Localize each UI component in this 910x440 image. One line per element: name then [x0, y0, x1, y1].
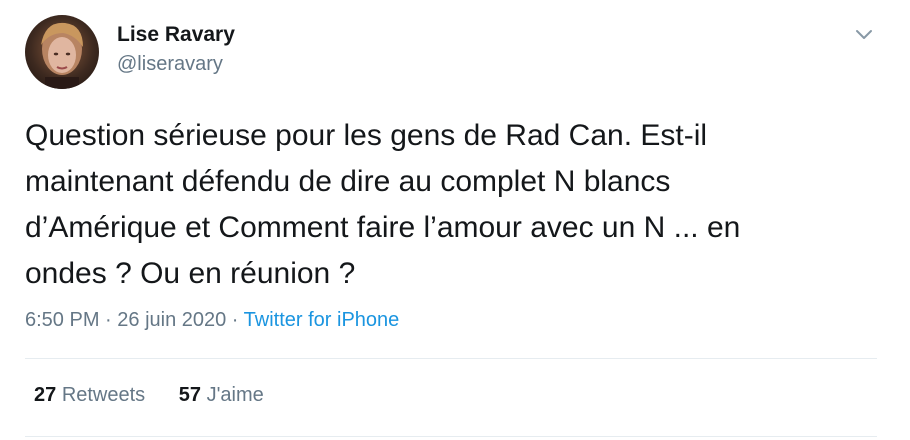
- tweet-stats: 27 Retweets 57 J'aime: [34, 384, 264, 407]
- meta-separator: ·: [226, 309, 244, 331]
- tweet-source-link[interactable]: Twitter for iPhone: [244, 309, 400, 331]
- tweet-text-line: ondes ? Ou en réunion ?: [25, 257, 356, 290]
- tweet-card: Lise Ravary @liseravary Question sérieus…: [0, 0, 910, 440]
- tweet-time[interactable]: 6:50 PM: [25, 309, 99, 331]
- likes-count: 57: [178, 384, 201, 406]
- divider: [25, 436, 877, 437]
- chevron-down-icon[interactable]: [854, 24, 874, 44]
- avatar[interactable]: [25, 15, 99, 89]
- meta-separator: ·: [99, 309, 118, 331]
- retweets-label: Retweets: [61, 384, 146, 406]
- tweet-text-line: d’Amérique et Comment faire l’amour avec…: [25, 211, 741, 244]
- retweets-count: 27: [34, 384, 57, 406]
- likes-label: J'aime: [206, 384, 264, 406]
- retweets-stat[interactable]: 27 Retweets: [34, 384, 145, 407]
- author-name[interactable]: Lise Ravary: [117, 23, 235, 47]
- divider: [25, 358, 877, 359]
- author-handle[interactable]: @liseravary: [117, 53, 223, 76]
- tweet-text: Question sérieuse pour les gens de Rad C…: [25, 113, 875, 297]
- likes-stat[interactable]: 57 J'aime: [179, 384, 264, 407]
- tweet-date[interactable]: 26 juin 2020: [117, 309, 226, 331]
- tweet-metadata: 6:50 PM · 26 juin 2020 · Twitter for iPh…: [25, 309, 399, 332]
- avatar-photo: [25, 15, 99, 89]
- tweet-text-line: maintenant défendu de dire au complet N …: [25, 165, 671, 198]
- tweet-text-line: Question sérieuse pour les gens de Rad C…: [25, 119, 708, 152]
